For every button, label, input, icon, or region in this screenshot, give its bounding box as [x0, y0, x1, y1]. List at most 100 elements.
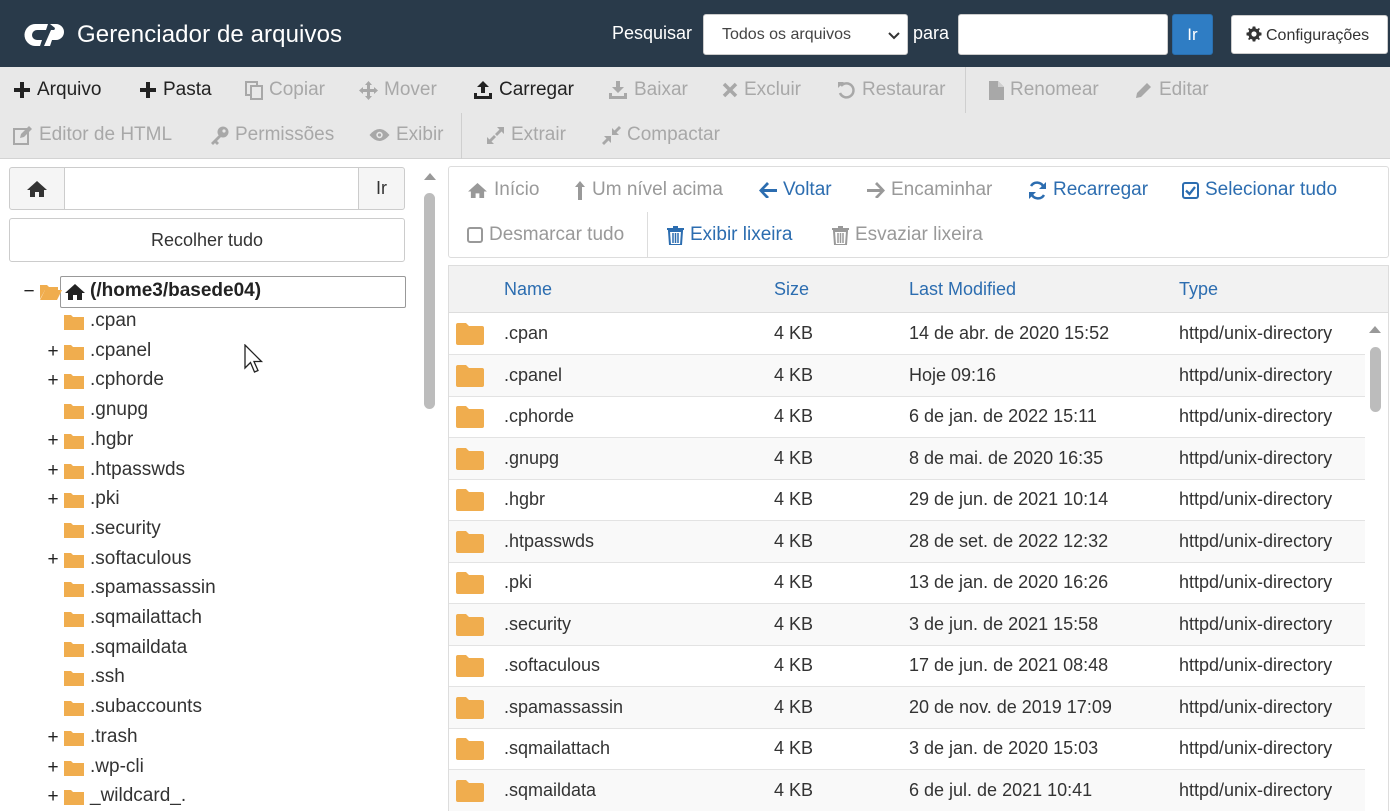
tree-item[interactable]: + .pki — [46, 485, 406, 515]
tree-expand-toggle[interactable]: + — [46, 786, 60, 808]
column-header-last-modified[interactable]: Last Modified — [909, 279, 1016, 300]
left-go-button[interactable]: Ir — [358, 167, 405, 210]
copy-button[interactable]: Copiar — [245, 79, 325, 101]
tree-item[interactable]: .cpan — [46, 307, 406, 337]
reload-label: Recarregar — [1053, 179, 1149, 200]
extract-button[interactable]: Extrair — [486, 124, 566, 146]
forward-button[interactable]: Encaminhar — [867, 179, 992, 201]
tree-root-label: (/home3/basede04) — [90, 280, 262, 301]
reload-button[interactable]: Recarregar — [1028, 179, 1148, 201]
up-one-level-button[interactable]: Um nível acima — [574, 179, 723, 201]
search-scope-value: Todos os arquivos — [722, 26, 851, 43]
cpanel-logo-icon[interactable] — [22, 20, 66, 50]
select-all-button[interactable]: Selecionar tudo — [1182, 179, 1337, 201]
scroll-up-arrow-icon[interactable] — [1368, 324, 1382, 334]
home-icon — [65, 284, 85, 300]
table-row[interactable]: .cphorde 4 KB 6 de jan. de 2022 15:11 httpd… — [449, 396, 1365, 438]
tree-item[interactable]: + .cpanel — [46, 337, 406, 367]
view-trash-button[interactable]: Exibir lixeira — [667, 224, 792, 246]
edit-square-icon — [13, 125, 32, 145]
tree-item[interactable]: + .htpasswds — [46, 456, 406, 486]
edit-button[interactable]: Editar — [1135, 79, 1209, 101]
table-row[interactable]: .cpanel 4 KB Hoje 09:16 httpd/unix-director… — [449, 354, 1365, 397]
tree-item[interactable]: .sqmaildata — [46, 634, 406, 664]
tree-item[interactable]: .gnupg — [46, 396, 406, 426]
tree-expand-toggle[interactable]: + — [46, 757, 60, 779]
tree-root-row[interactable]: − (/home3/basede04) — [22, 277, 412, 307]
folder-icon — [456, 364, 484, 387]
tree-item[interactable]: + _wildcard_. — [46, 782, 406, 812]
nav-divider — [647, 212, 648, 258]
tree-item[interactable]: .sqmailattach — [46, 604, 406, 634]
cell-size: 4 KB — [774, 447, 814, 468]
unselect-all-button[interactable]: Desmarcar tudo — [467, 224, 624, 246]
table-row[interactable]: .hgbr 4 KB 29 de jun. de 2021 10:14 httpd/u… — [449, 479, 1365, 521]
new-file-button[interactable]: Arquivo — [13, 79, 101, 101]
tree-item[interactable]: + .trash — [46, 723, 406, 753]
new-folder-button[interactable]: Pasta — [139, 79, 212, 101]
folder-icon — [456, 655, 484, 677]
left-path-input[interactable] — [64, 167, 359, 210]
cell-last-modified: Hoje 09:16 — [909, 364, 997, 385]
html-editor-button[interactable]: Editor de HTML — [13, 124, 172, 146]
tree-item[interactable]: + .hgbr — [46, 426, 406, 456]
table-row[interactable]: .gnupg 4 KB 8 de mai. de 2020 16:35 httpd/u… — [449, 437, 1365, 480]
search-input[interactable] — [958, 14, 1168, 55]
collapse-all-button[interactable]: Recolher tudo — [9, 218, 405, 262]
compress-button[interactable]: Compactar — [602, 124, 720, 146]
table-row[interactable]: .cpan 4 KB 14 de abr. de 2020 15:52 httpd/u… — [449, 313, 1365, 355]
tree-expand-toggle[interactable]: + — [46, 727, 60, 749]
cell-size: 4 KB — [774, 323, 814, 343]
folder-icon — [64, 344, 84, 360]
table-row[interactable]: .security 4 KB 3 de jun. de 2021 15:58 http… — [449, 603, 1365, 646]
cell-name: .softaculous — [504, 655, 601, 675]
tree-item[interactable]: + .softaculous — [46, 545, 406, 575]
settings-button[interactable]: Configurações — [1231, 15, 1388, 54]
left-scrollbar-thumb[interactable] — [424, 193, 435, 409]
table-scrollbar-thumb[interactable] — [1370, 347, 1381, 412]
upload-button[interactable]: Carregar — [473, 79, 574, 101]
column-header-size[interactable]: Size — [774, 279, 809, 300]
move-button[interactable]: Mover — [359, 79, 437, 101]
tree-expand-toggle[interactable]: + — [46, 430, 60, 452]
column-header-type[interactable]: Type — [1179, 279, 1218, 300]
scroll-up-arrow-icon[interactable] — [423, 171, 437, 181]
delete-button[interactable]: Excluir — [722, 79, 801, 101]
tree-item[interactable]: .security — [46, 515, 406, 545]
undo-icon — [838, 81, 855, 99]
empty-trash-button[interactable]: Esvaziar lixeira — [832, 224, 983, 246]
table-row[interactable]: .spamassassin 4 KB 20 de nov. de 2019 17:0… — [449, 686, 1365, 729]
back-button[interactable]: Voltar — [759, 179, 832, 201]
permissions-button[interactable]: Permissões — [210, 124, 334, 146]
level-up-icon — [575, 180, 585, 200]
view-button[interactable]: Exibir — [369, 124, 444, 146]
tree-expand-toggle[interactable]: + — [46, 549, 60, 571]
tree-expand-toggle[interactable]: + — [46, 460, 60, 482]
table-row[interactable]: .sqmaildata 4 KB 6 de jul. de 2021 10:41 ht… — [449, 769, 1365, 811]
tree-item[interactable]: + .cphorde — [46, 366, 406, 396]
tree-item[interactable]: .spamassassin — [46, 574, 406, 604]
table-row[interactable]: .sqmailattach 4 KB 3 de jan. de 2020 15:03… — [449, 728, 1365, 770]
folder-icon — [64, 493, 84, 509]
search-go-button[interactable]: Ir — [1172, 14, 1213, 55]
left-home-button[interactable] — [9, 167, 65, 210]
nav-home-button[interactable]: Início — [467, 179, 539, 201]
table-row[interactable]: .pki 4 KB 13 de jan. de 2020 16:26 httpd/un… — [449, 562, 1365, 604]
tree-expand-toggle[interactable]: + — [46, 489, 60, 511]
table-row[interactable]: .softaculous 4 KB 17 de jun. de 2021 08:48… — [449, 645, 1365, 687]
tree-item[interactable]: + .wp-cli — [46, 753, 406, 783]
table-row[interactable]: .htpasswds 4 KB 28 de set. de 2022 12:32 ht… — [449, 520, 1365, 563]
tree-item[interactable]: .ssh — [46, 663, 406, 693]
download-button[interactable]: Baixar — [608, 79, 688, 101]
key-icon — [211, 126, 229, 145]
search-scope-select[interactable]: Todos os arquivos — [703, 14, 908, 55]
column-header-name[interactable]: Name — [504, 279, 552, 300]
tree-collapse-toggle[interactable]: − — [22, 281, 36, 303]
tree-expand-toggle[interactable]: + — [46, 341, 60, 363]
tree-item[interactable]: .subaccounts — [46, 693, 406, 723]
rename-button[interactable]: Renomear — [989, 79, 1099, 101]
tree-expand-toggle[interactable]: + — [46, 370, 60, 392]
tree-item-label: .security — [90, 517, 161, 539]
restore-button[interactable]: Restaurar — [837, 79, 945, 101]
folder-icon — [456, 613, 484, 636]
